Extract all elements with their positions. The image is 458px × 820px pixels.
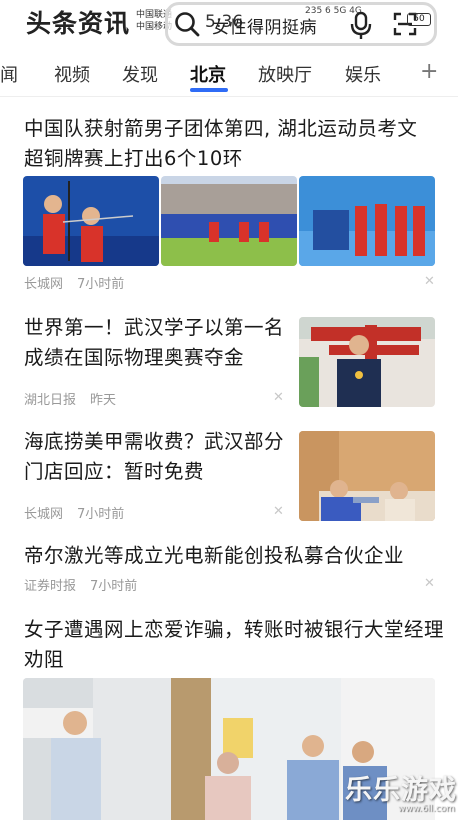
article-meta-3: 长城网 7小时前	[24, 503, 124, 522]
article-source-1: 长城网	[24, 277, 64, 292]
close-icon[interactable]: ✕	[273, 390, 284, 405]
article-title-3[interactable]: 海底捞美甲需收费？武汉部分门店回应：暂时免费	[24, 427, 286, 487]
article-meta-1: 长城网 7小时前	[24, 273, 124, 292]
article-2-image[interactable]	[299, 317, 435, 407]
watermark: 乐乐游戏	[345, 775, 457, 806]
plus-icon[interactable]: +	[420, 59, 438, 84]
article-time-2: 昨天	[90, 393, 117, 408]
article-time-1: 7小时前	[77, 277, 125, 292]
app-logo: 头条资讯	[26, 9, 131, 38]
close-icon[interactable]: ✕	[424, 274, 435, 289]
article-1-image-1[interactable]	[23, 176, 159, 266]
tab-entertainment[interactable]: 娱乐	[345, 61, 381, 87]
article-meta-4: 证券时报 7小时前	[24, 575, 137, 594]
battery-indicator: 50	[407, 13, 431, 26]
channel-tabs: 闻 视频 发现 北京 放映厅 娱乐 +	[0, 54, 458, 94]
article-title-5[interactable]: 女子遭遇网上恋爱诈骗，转账时被银行大堂经理劝阻	[24, 615, 444, 675]
article-1-image-3[interactable]	[299, 176, 435, 266]
tabs-divider	[0, 96, 458, 97]
close-icon[interactable]: ✕	[273, 504, 284, 519]
article-3-image[interactable]	[299, 431, 435, 521]
tab-discover[interactable]: 发现	[122, 61, 158, 87]
article-1-image-2[interactable]	[161, 176, 297, 266]
article-source-2: 湖北日报	[24, 393, 77, 408]
article-title-2[interactable]: 世界第一！武汉学子以第一名成绩在国际物理奥赛夺金	[24, 313, 286, 373]
mic-icon[interactable]	[348, 10, 374, 40]
close-icon[interactable]: ✕	[424, 576, 435, 591]
tab-beijing[interactable]: 北京	[190, 61, 226, 87]
top-bar: 头条资讯 中国联通 中国移动 5:36 女性得阴挺病 235 6 5G 4G 5…	[0, 0, 458, 46]
article-time-4: 7小时前	[90, 579, 138, 594]
search-input[interactable]: 女性得阴挺病	[212, 13, 317, 38]
watermark-url: www.6ll.com	[398, 804, 455, 814]
article-source-3: 长城网	[24, 507, 64, 522]
tab-video[interactable]: 视频	[54, 61, 90, 87]
article-meta-2: 湖北日报 昨天	[24, 389, 116, 408]
article-title-4[interactable]: 帝尔激光等成立光电新能创投私募合伙企业	[24, 541, 444, 571]
article-time-3: 7小时前	[77, 507, 125, 522]
tab-news[interactable]: 闻	[0, 61, 18, 87]
active-tab-indicator	[190, 88, 228, 92]
search-icon[interactable]	[173, 10, 201, 38]
tab-cinema[interactable]: 放映厅	[258, 61, 312, 87]
article-title-1[interactable]: 中国队获射箭男子团体第四, 湖北运动员考文超铜牌赛上打出6个10环	[24, 114, 434, 174]
article-source-4: 证券时报	[24, 579, 77, 594]
